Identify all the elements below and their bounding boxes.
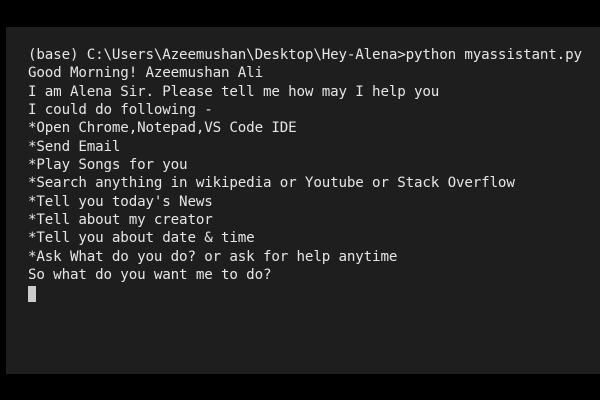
command-prompt-line: (base) C:\Users\Azeemushan\Desktop\Hey-A… bbox=[28, 47, 582, 63]
capability-item: *Ask What do you do? or ask for help any… bbox=[28, 248, 398, 265]
terminal-window[interactable]: (base) C:\Users\Azeemushan\Desktop\Hey-A… bbox=[6, 27, 600, 374]
capability-item: *Search anything in wikipedia or Youtube… bbox=[28, 175, 515, 192]
terminal-output: (base) C:\Users\Azeemushan\Desktop\Hey-A… bbox=[28, 46, 582, 303]
greeting-line: Good Morning! Azeemushan Ali bbox=[28, 65, 263, 82]
capability-item: *Tell about my creator bbox=[28, 212, 213, 229]
capability-item: *Tell you about date & time bbox=[28, 230, 255, 247]
question-prompt-line: So what do you want me to do? bbox=[28, 267, 272, 284]
intro-line: I am Alena Sir. Please tell me how may I… bbox=[28, 83, 440, 100]
capability-item: *Play Songs for you bbox=[28, 157, 188, 174]
capabilities-header-line: I could do following - bbox=[28, 102, 213, 119]
screen-frame: (base) C:\Users\Azeemushan\Desktop\Hey-A… bbox=[0, 0, 600, 400]
capability-item: *Open Chrome,Notepad,VS Code IDE bbox=[28, 120, 297, 137]
input-cursor[interactable] bbox=[28, 286, 36, 303]
capability-item: *Tell you today's News bbox=[28, 193, 213, 210]
capability-item: *Send Email bbox=[28, 138, 121, 155]
